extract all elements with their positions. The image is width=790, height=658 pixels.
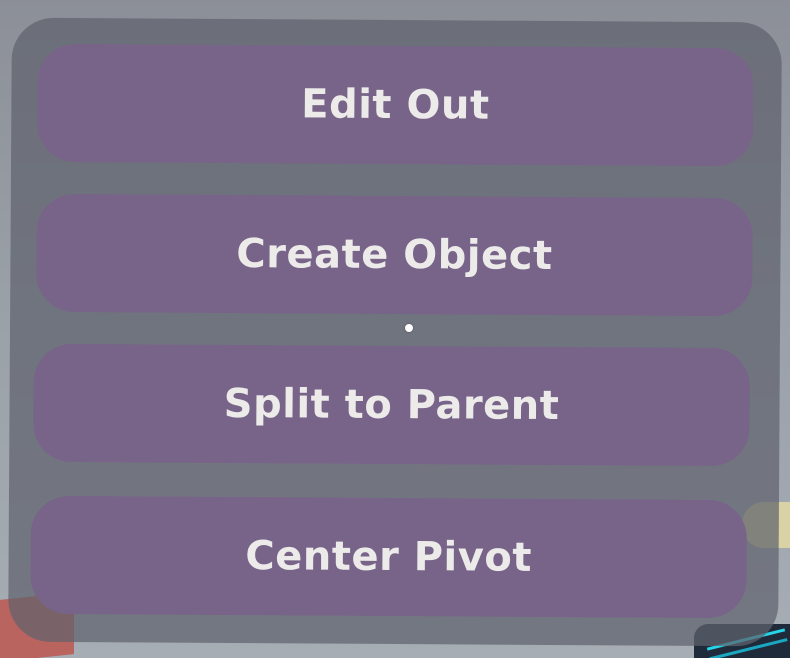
center-pivot-label: Center Pivot xyxy=(245,533,533,581)
create-object-button[interactable]: Create Object xyxy=(36,193,753,317)
create-object-label: Create Object xyxy=(236,231,553,279)
center-pivot-button[interactable]: Center Pivot xyxy=(30,495,747,619)
edit-out-label: Edit Out xyxy=(301,81,490,129)
edit-out-button[interactable]: Edit Out xyxy=(37,43,754,167)
split-to-parent-label: Split to Parent xyxy=(223,380,560,430)
split-to-parent-button[interactable]: Split to Parent xyxy=(33,343,750,467)
pointer-cursor-dot xyxy=(405,324,413,332)
context-menu-panel: Edit Out Create Object Split to Parent C… xyxy=(8,17,782,647)
